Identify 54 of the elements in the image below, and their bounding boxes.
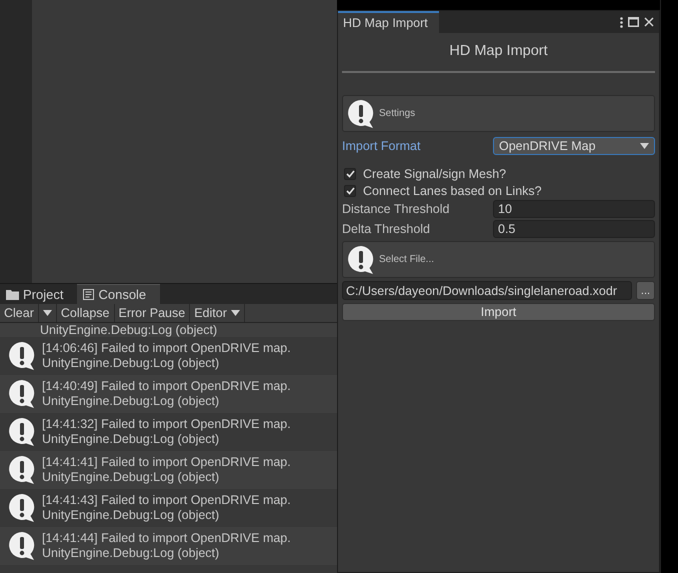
file-note: Select File... [342,241,655,278]
toolbar-button[interactable]: Clear [0,304,39,322]
warning-icon [347,98,375,128]
close-icon[interactable] [644,17,654,27]
warning-icon [8,493,36,523]
checkbox-label: Create Signal/sign Mesh? [363,166,506,180]
browse-button[interactable]: ... [636,281,655,300]
log-message: [14:06:46] Failed to import OpenDRIVE map. [42,341,291,356]
caret-icon [230,310,240,316]
caret-icon [640,143,649,149]
warning-icon [8,379,36,409]
log-message: [14:41:32] Failed to import OpenDRIVE map. [42,417,291,432]
log-source: UnityEngine.Debug:Log (object) [42,470,220,485]
toolbar-button[interactable]: Collapse [56,304,115,322]
log-message: [14:41:43] Failed to import OpenDRIVE map. [42,493,291,508]
panel-tab[interactable]: Console [77,284,160,304]
path-field[interactable]: C:/Users/dayeon/Downloads/singlelaneroad.xodr [342,281,632,300]
log-entry[interactable]: [14:40:49] Failed to import OpenDRIVE map. UnityEngine.Debug:Log (object) [0,375,337,413]
warning-icon [347,244,375,274]
log-entry[interactable]: [14:41:44] Failed to import OpenDRIVE map. UnityEngine.Debug:Log (object) [0,527,337,565]
log-source: UnityEngine.Debug:Log (object) [42,546,220,561]
import-button[interactable]: Import [342,303,655,321]
dropdown-button[interactable]: Editor [190,304,245,322]
caret-icon [42,310,52,316]
log-source: UnityEngine.Debug:Log (object) [42,432,220,447]
log-source: UnityEngine.Debug:Log (object) [42,394,220,409]
toolbar-button[interactable]: Error Pause [114,304,190,322]
format-dropdown[interactable]: OpenDRIVE Map [493,137,655,155]
warning-icon [8,531,36,561]
field-label: Distance Threshold [342,202,450,216]
maximize-icon[interactable] [628,17,639,27]
log-source: UnityEngine.Debug:Log (object) [40,323,218,337]
log-source: UnityEngine.Debug:Log (object) [42,508,220,523]
warning-icon [8,417,36,447]
window-heading: HD Map Import [448,42,549,61]
field-label: Import Format [342,139,422,153]
log-message: [14:41:44] Failed to import OpenDRIVE map. [42,531,291,546]
log-message: [14:41:41] Failed to import OpenDRIVE map. [42,455,291,470]
checkbox-label: Connect Lanes based on Links? [363,184,542,198]
field-label: Delta Threshold [342,222,432,236]
folder-icon [6,288,19,300]
warning-icon [8,455,36,485]
input-field[interactable]: 0.5 [493,220,655,238]
settings-note: Settings [342,95,655,132]
more-icon[interactable] [620,16,623,28]
log-source: UnityEngine.Debug:Log (object) [42,356,220,371]
log-entry[interactable]: [14:41:41] Failed to import OpenDRIVE map. UnityEngine.Debug:Log (object) [0,451,337,489]
checkbox[interactable] [344,168,356,180]
input-field[interactable]: 10 [493,200,655,218]
window-tab[interactable]: HD Map Import [338,11,439,33]
checkbox[interactable] [344,184,356,196]
warning-icon [8,341,36,371]
log-message: [14:40:49] Failed to import OpenDRIVE map. [42,379,291,394]
console-icon [83,289,94,300]
